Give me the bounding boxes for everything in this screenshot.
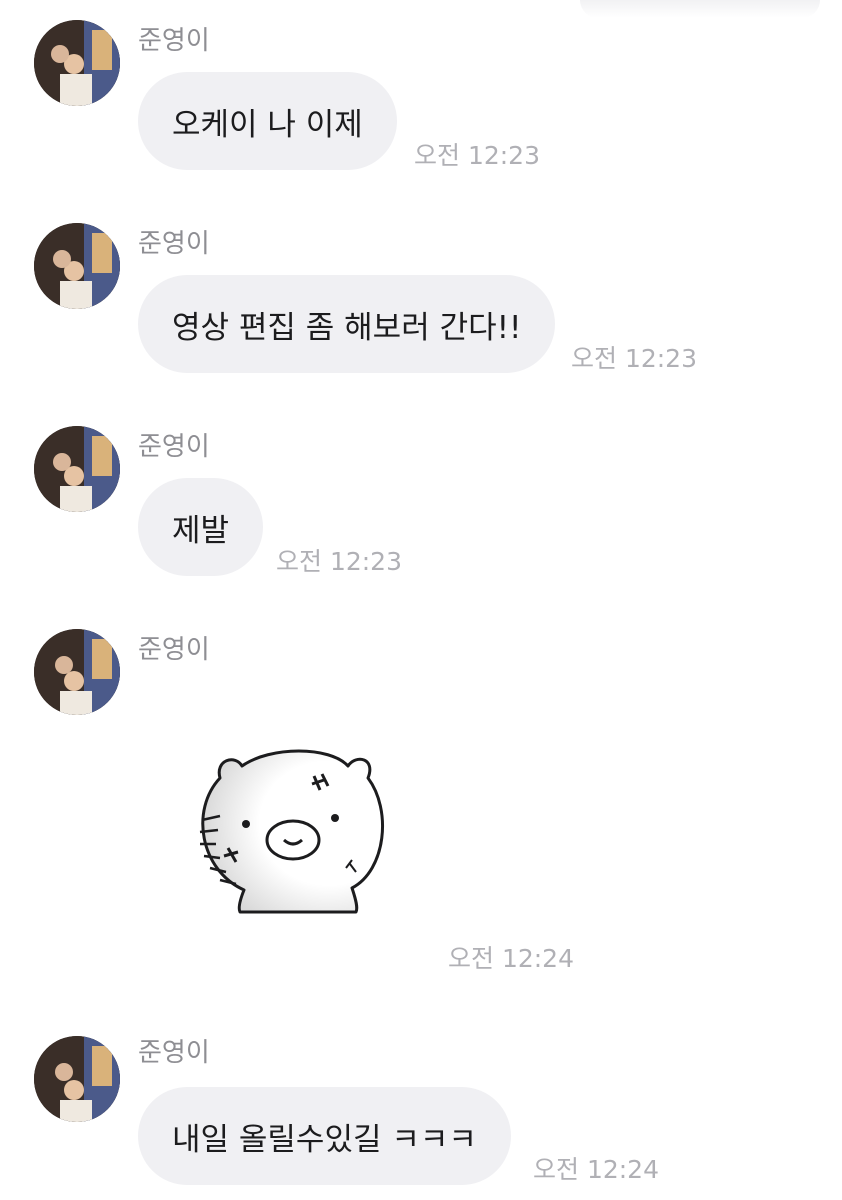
- message-time: 오전 12:24: [533, 1155, 659, 1184]
- message-time: 오전 12:23: [276, 547, 402, 576]
- sender-name: 준영이: [138, 635, 210, 665]
- message-time: 오전 12:23: [414, 141, 540, 170]
- pig-sticker[interactable]: [180, 740, 400, 930]
- message-bubble[interactable]: 제발: [138, 478, 264, 576]
- message-bubble[interactable]: 내일 올릴수있길 ㅋㅋㅋ: [138, 1087, 511, 1185]
- message-bubble[interactable]: 영상 편집 좀 해보러 간다!!: [138, 275, 556, 373]
- avatar[interactable]: [34, 426, 120, 512]
- avatar[interactable]: [34, 629, 120, 715]
- sender-name: 준영이: [138, 26, 210, 56]
- avatar[interactable]: [34, 223, 120, 309]
- message-time: 오전 12:24: [448, 944, 574, 973]
- top-divider: [580, 0, 820, 18]
- sender-name: 준영이: [138, 1038, 210, 1068]
- avatar[interactable]: [34, 20, 120, 106]
- sender-name: 준영이: [138, 432, 210, 462]
- sender-name: 준영이: [138, 229, 210, 259]
- message-bubble[interactable]: 오케이 나 이제: [138, 72, 397, 170]
- message-time: 오전 12:23: [571, 344, 697, 373]
- avatar[interactable]: [34, 1036, 120, 1122]
